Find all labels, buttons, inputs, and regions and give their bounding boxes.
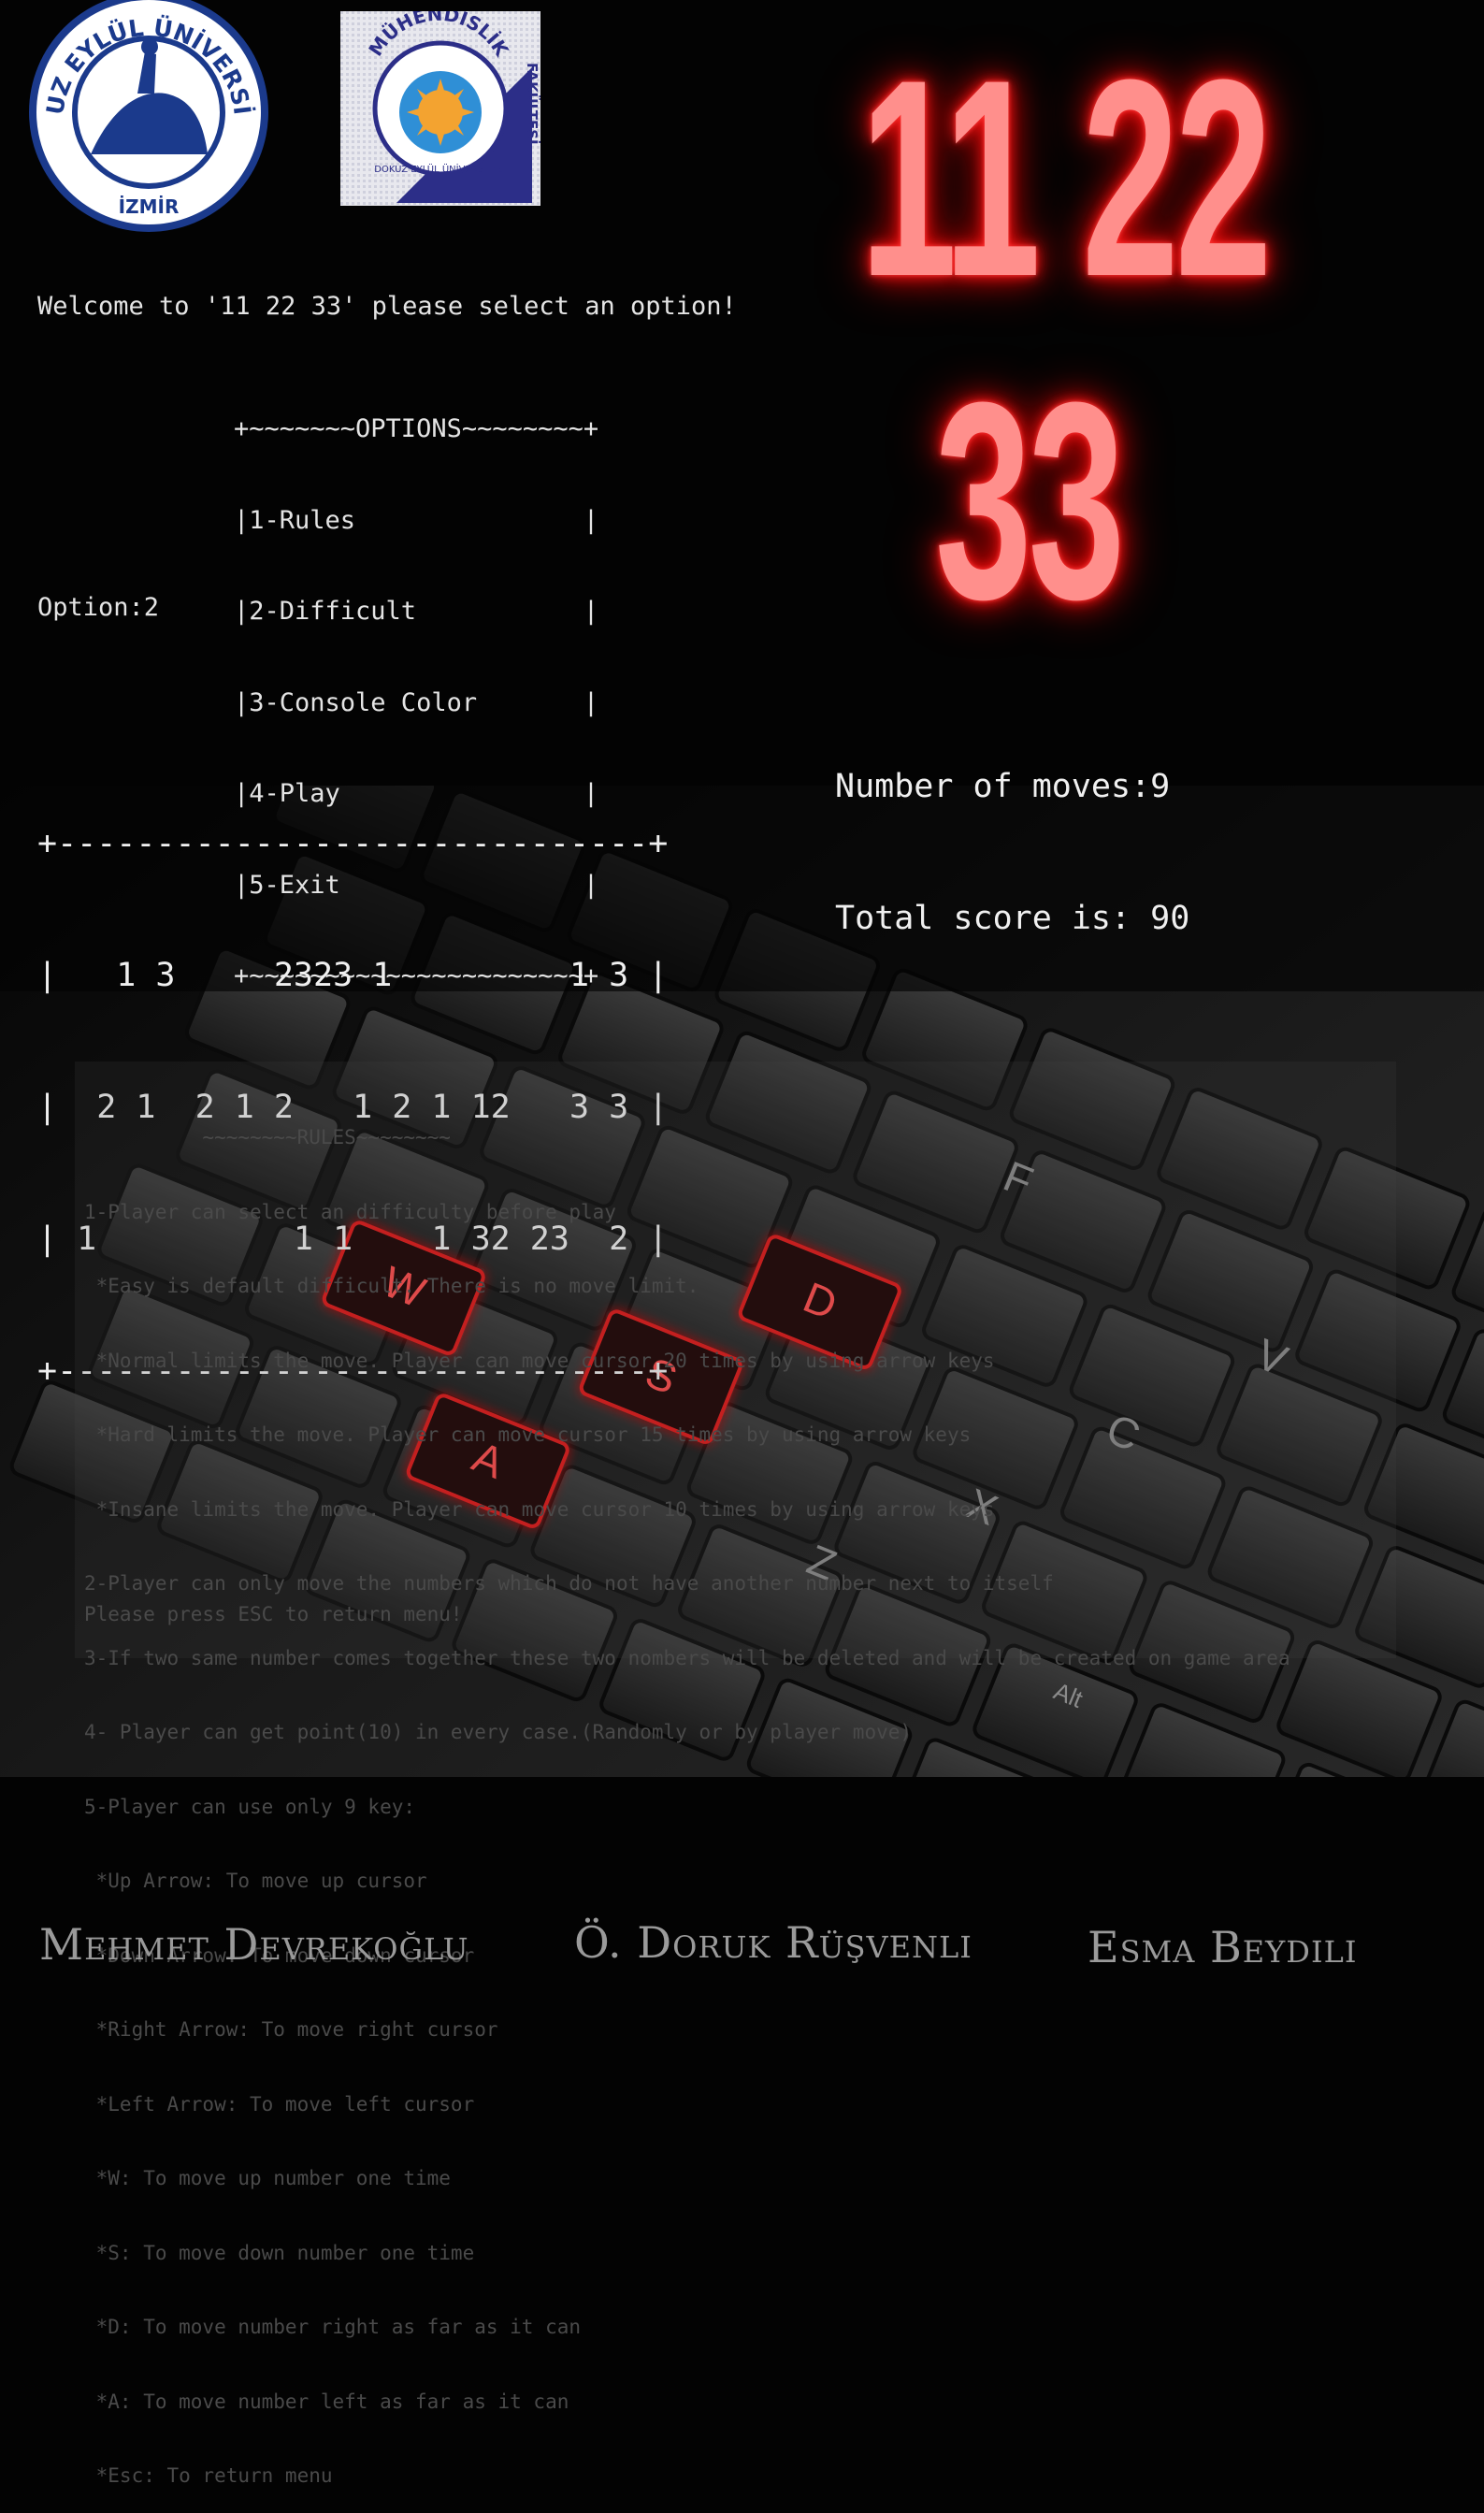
rules-line: *S: To move down number one time — [84, 2241, 475, 2264]
menu-item-console-color: |3-Console Color | — [234, 687, 599, 717]
rules-line: 1-Player can select an difficulty before… — [84, 1200, 616, 1223]
rules-line: *Insane limits the move. Player can move… — [84, 1497, 995, 1521]
author-name: Esma Beydili — [1088, 1922, 1358, 1972]
moves-counter: Number of moves:9 — [835, 768, 1171, 805]
author-name: Ö. Doruk Rüşvenli — [574, 1917, 973, 1968]
rules-line: 5-Player can use only 9 key: — [84, 1795, 416, 1818]
game-title-line-1: 11 22 — [860, 21, 1272, 335]
menu-item-difficult: |2-Difficult | — [234, 597, 599, 626]
total-score: Total score is: 90 — [835, 900, 1190, 937]
options-border-top: +~~~~~~~OPTIONS~~~~~~~~+ — [234, 414, 599, 443]
rules-text: ~~~~~~~~RULES~~~~~~~~ 1-Player can selec… — [84, 1076, 1290, 2513]
menu-item-rules: |1-Rules | — [234, 505, 599, 535]
author-name: Mehmet Devrekoğlu — [39, 1919, 469, 1970]
faculty-logo: MÜHENDİSLİK FAKÜLTESİ DOKUZ EYLÜL ÜNİVER… — [340, 3, 541, 206]
faculty-logo-inner: DOKUZ EYLÜL ÜNİVERSİTESİ — [374, 163, 506, 175]
game-title-line-2: 33 — [935, 343, 1125, 657]
rules-line: 3-If two same number comes together thes… — [84, 1646, 1290, 1669]
faculty-logo-side: FAKÜLTESİ — [524, 63, 540, 145]
rules-line: *W: To move up number one time — [84, 2167, 451, 2189]
rules-line: *Hard limits the move. Player can move c… — [84, 1423, 972, 1446]
university-logo: DOKUZ EYLÜL ÜNİVERSİTESİ İZMİR — [15, 0, 272, 236]
rules-line: 2-Player can only move the numbers which… — [84, 1572, 1054, 1595]
board-border-top: +------------------------------+ — [37, 825, 669, 862]
option-prompt: Option:2 — [37, 593, 160, 622]
welcome-message: Welcome to '11 22 33' please select an o… — [37, 292, 737, 321]
esc-prompt: Please press ESC to return menu! — [84, 1603, 463, 1625]
rules-heading: ~~~~~~~~RULES~~~~~~~~ — [84, 1126, 451, 1148]
board-row: | 1 3 2323 1 1 3 | — [37, 957, 669, 994]
rules-line: *Right Arrow: To move right cursor — [84, 2018, 498, 2041]
rules-line: *Esc: To return menu — [84, 2464, 333, 2487]
rules-line: *D: To move number right as far as it ca… — [84, 2316, 582, 2338]
rules-line: 4- Player can get point(10) in every cas… — [84, 1721, 913, 1743]
rules-line: *Normal limits the move. Player can move… — [84, 1349, 995, 1372]
rules-line: *Easy is default difficult. There is no … — [84, 1275, 699, 1297]
rules-line: *A: To move number left as far as it can — [84, 2390, 569, 2413]
rules-line: *Up Arrow: To move up cursor — [84, 1870, 427, 1892]
university-logo-city: İZMİR — [119, 195, 180, 218]
rules-line: *Left Arrow: To move left cursor — [84, 2092, 475, 2116]
